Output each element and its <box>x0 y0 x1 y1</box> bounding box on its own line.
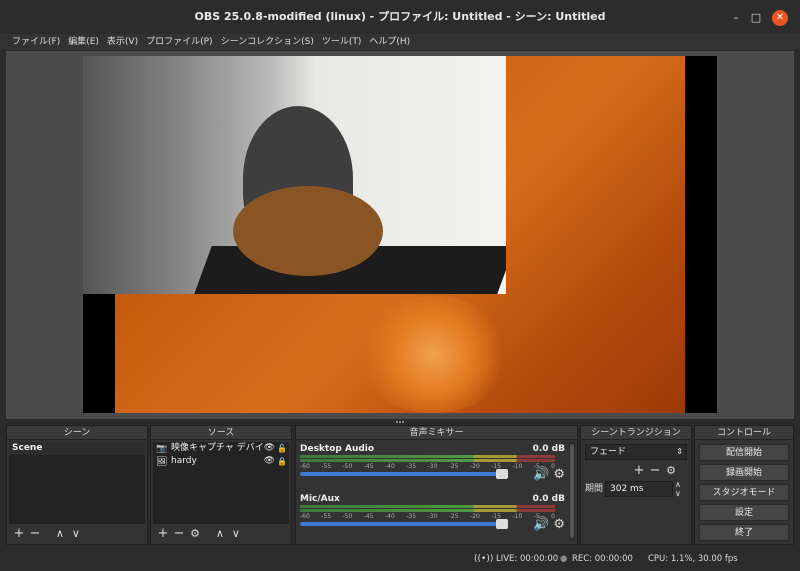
chevron-updown-icon: ⇕ <box>676 447 683 456</box>
list-item[interactable]: Scene <box>9 442 145 455</box>
gear-icon[interactable]: ⚙ <box>553 467 565 482</box>
lock-icon[interactable]: 🔒 <box>277 455 287 468</box>
gear-icon[interactable]: ⚙ <box>663 463 679 479</box>
mixer-scrollbar[interactable] <box>569 442 575 540</box>
menu-scene-collection[interactable]: シーンコレクション(S) <box>217 34 318 50</box>
transitions-dock: シーントランジション フェード ⇕ + − ⚙ 期間 302 ms ∧ ∨ <box>580 425 692 545</box>
meter-ticks: -60 -55 -50 -45 -40 -35 -30 -25 -20 -15 -10 -5 0 <box>300 463 555 470</box>
source-label: 映像キャプチャ デバイ <box>171 443 264 453</box>
plush-kangaroo <box>233 186 383 276</box>
image-icon: 🖼 <box>156 457 168 467</box>
slider-handle[interactable] <box>495 519 508 529</box>
start-streaming-button[interactable]: 配信開始 <box>699 444 789 461</box>
list-item[interactable]: 📷 映像キャプチャ デバイ 👁 🔓 <box>153 442 289 455</box>
remove-icon[interactable]: − <box>647 463 663 479</box>
add-icon[interactable]: + <box>631 463 647 479</box>
duration-stepper[interactable]: ∧ ∨ <box>675 480 681 498</box>
gear-icon[interactable]: ⚙ <box>187 526 203 542</box>
speaker-icon[interactable]: 🔊 <box>533 467 549 482</box>
cpu-status: CPU: 1.1%, 30.00 fps <box>648 554 738 564</box>
sources-toolbar: + − ⚙ ∧ ∨ <box>155 526 244 542</box>
menu-bar: ファイル(F) 編集(E) 表示(V) プロファイル(P) シーンコレクション(S) ツー… <box>0 34 800 50</box>
remove-icon[interactable]: − <box>171 526 187 542</box>
menu-view[interactable]: 表示(V) <box>103 34 142 50</box>
menu-profile[interactable]: プロファイル(P) <box>142 34 216 50</box>
channel-db: 0.0 dB <box>532 494 565 504</box>
controls-dock: コントロール 配信開始 録画開始 スタジオモード 設定 終了 <box>694 425 794 545</box>
broadcast-icon: ((•)) <box>474 554 494 564</box>
volume-slider[interactable] <box>300 519 508 529</box>
source-label: hardy <box>171 456 197 466</box>
move-down-icon[interactable]: ∨ <box>68 526 84 542</box>
controls-title: コントロール <box>695 426 793 440</box>
eye-icon[interactable]: 👁 <box>264 442 275 455</box>
minimize-icon[interactable]: – <box>728 10 744 26</box>
live-status: LIVE: 00:00:00 <box>496 554 559 564</box>
eye-icon[interactable]: 👁 <box>264 455 275 468</box>
audio-mixer-dock: 音声ミキサー Desktop Audio 0.0 dB -60 -55 -50 -45… <box>295 425 578 545</box>
sources-title: ソース <box>151 426 291 440</box>
exit-button[interactable]: 終了 <box>699 524 789 541</box>
channel-name: Mic/Aux <box>300 494 340 504</box>
list-item[interactable]: 🖼 hardy 👁 🔒 <box>153 455 289 468</box>
dock-splitter[interactable] <box>396 421 404 423</box>
rec-status: REC: 00:00:00 <box>572 554 633 564</box>
move-up-icon[interactable]: ∧ <box>212 526 228 542</box>
channel-name: Desktop Audio <box>300 444 375 454</box>
duration-field[interactable]: 302 ms <box>605 481 673 497</box>
scenes-list: Scene <box>9 442 145 524</box>
menu-edit[interactable]: 編集(E) <box>64 34 103 50</box>
add-icon[interactable]: + <box>11 526 27 542</box>
camera-capture-source <box>83 56 506 294</box>
preview-canvas[interactable] <box>83 56 717 413</box>
volume-slider[interactable] <box>300 469 508 479</box>
transition-select[interactable]: フェード ⇕ <box>585 444 687 460</box>
transition-toolbar: + − ⚙ <box>631 463 679 479</box>
scenes-toolbar: + − ∧ ∨ <box>11 526 84 542</box>
transitions-title: シーントランジション <box>581 426 691 440</box>
add-icon[interactable]: + <box>155 526 171 542</box>
maximize-icon[interactable]: □ <box>748 10 764 26</box>
close-icon[interactable]: ✕ <box>772 10 788 26</box>
speaker-icon[interactable]: 🔊 <box>533 517 549 532</box>
window-title: OBS 25.0.8-modified (linux) - プロファイル: Un… <box>194 10 606 23</box>
slider-handle[interactable] <box>495 469 508 479</box>
start-recording-button[interactable]: 録画開始 <box>699 464 789 481</box>
move-down-icon[interactable]: ∨ <box>228 526 244 542</box>
mixer-title: 音声ミキサー <box>296 426 577 440</box>
settings-button[interactable]: 設定 <box>699 504 789 521</box>
sources-list: 📷 映像キャプチャ デバイ 👁 🔓 🖼 hardy 👁 🔒 <box>153 442 289 524</box>
menu-file[interactable]: ファイル(F) <box>8 34 64 50</box>
mixer-channel-mic: Mic/Aux 0.0 dB -60 -55 -50 -45 -40 -35 -30 -25-… <box>298 494 567 540</box>
wallpaper-swirl <box>353 296 513 413</box>
menu-tools[interactable]: ツール(T) <box>318 34 366 50</box>
scenes-title: シーン <box>7 426 147 440</box>
gear-icon[interactable]: ⚙ <box>553 517 565 532</box>
title-bar: OBS 25.0.8-modified (linux) - プロファイル: Un… <box>0 0 800 34</box>
unlock-icon[interactable]: 🔓 <box>277 442 287 455</box>
scenes-dock: シーン Scene + − ∧ ∨ <box>6 425 148 545</box>
sources-dock: ソース 📷 映像キャプチャ デバイ 👁 🔓 🖼 hardy 👁 🔒 + − ⚙ ∧ ∨ <box>150 425 292 545</box>
status-bar: ((•)) LIVE: 00:00:00 ● REC: 00:00:00 CPU… <box>0 547 800 571</box>
channel-controls: 🔊 ⚙ <box>533 517 565 532</box>
channel-controls: 🔊 ⚙ <box>533 467 565 482</box>
meter-ticks: -60 -55 -50 -45 -40 -35 -30 -25 -20 -15 -10 -5 0 <box>300 513 555 520</box>
menu-help[interactable]: ヘルプ(H) <box>365 34 414 50</box>
mixer-channel-desktop: Desktop Audio 0.0 dB -60 -55 -50 -45 -40 -35-… <box>298 444 567 490</box>
channel-db: 0.0 dB <box>532 444 565 454</box>
move-up-icon[interactable]: ∧ <box>52 526 68 542</box>
record-icon: ● <box>560 554 568 564</box>
remove-icon[interactable]: − <box>27 526 43 542</box>
studio-mode-button[interactable]: スタジオモード <box>699 484 789 501</box>
duration-label: 期間 <box>585 484 604 494</box>
